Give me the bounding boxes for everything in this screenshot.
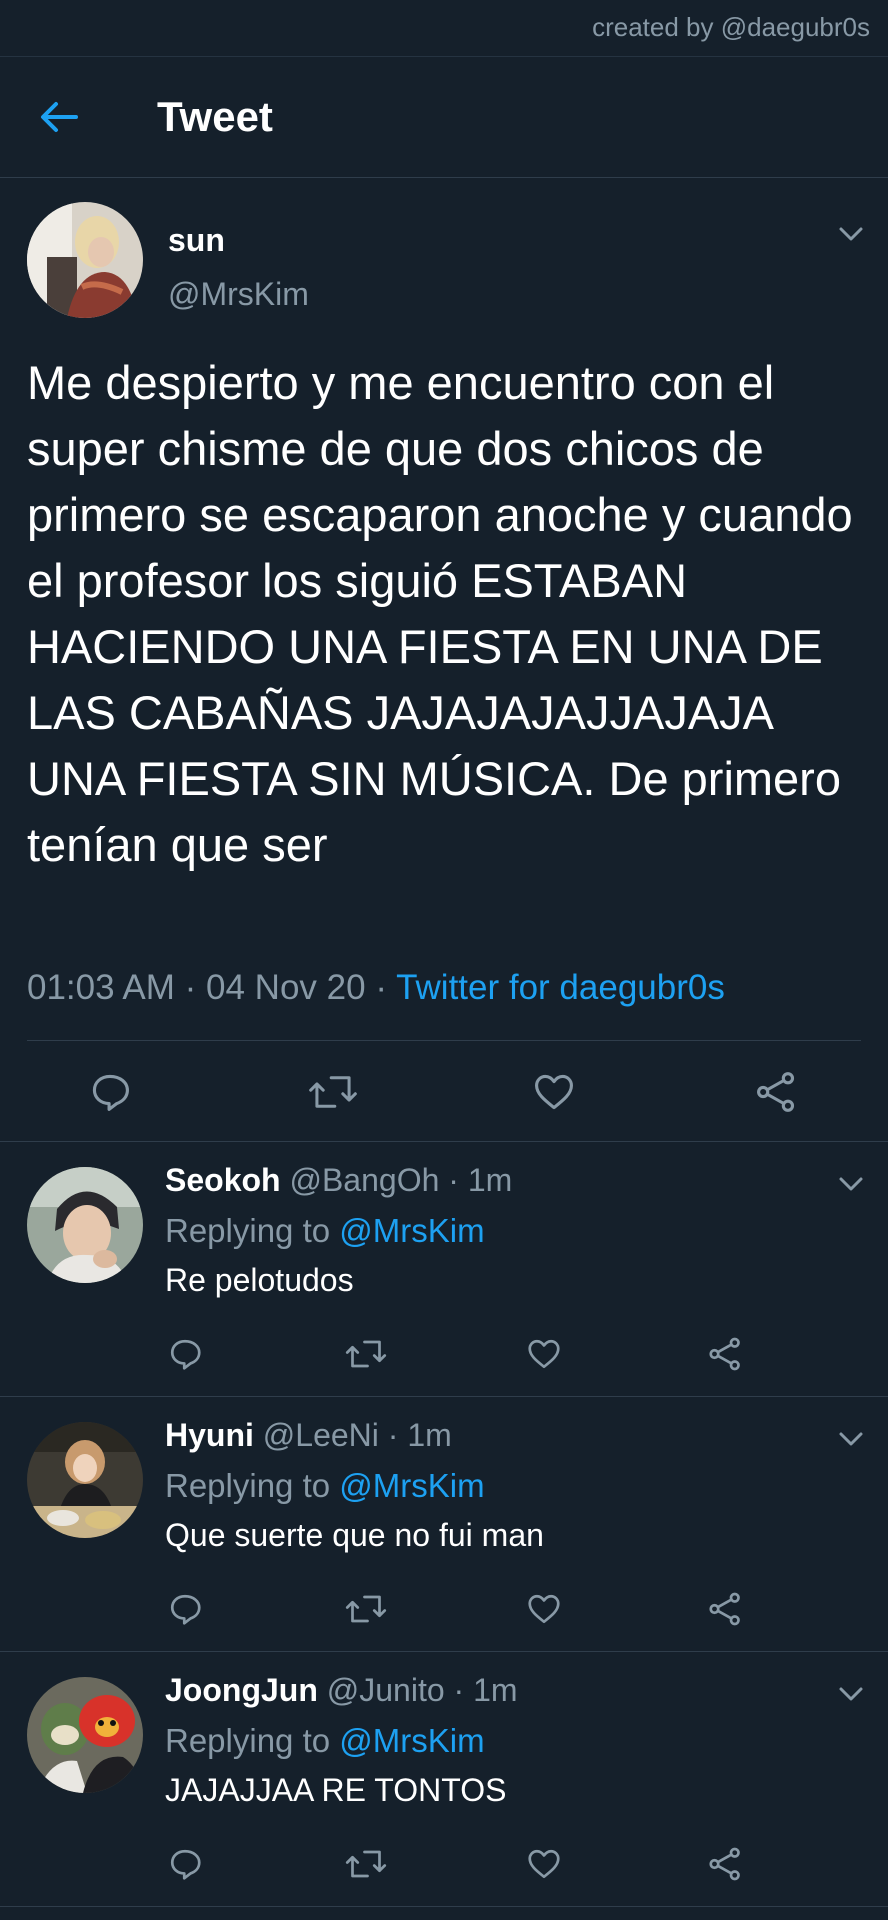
more-options-button[interactable] bbox=[838, 1430, 864, 1448]
reply-header: Hyuni @LeeNi · 1m bbox=[165, 1417, 452, 1454]
like-button[interactable] bbox=[526, 1591, 562, 1627]
chevron-down-icon bbox=[839, 1687, 863, 1701]
heart-icon bbox=[528, 1339, 560, 1369]
reply-icon bbox=[170, 1849, 201, 1880]
reply-text: Re pelotudos bbox=[165, 1262, 354, 1298]
tweet-meta: 01:03 AM · 04 Nov 20 · Twitter for daegu… bbox=[27, 968, 725, 1008]
chevron-down-icon bbox=[839, 1177, 863, 1191]
avatar[interactable] bbox=[27, 202, 143, 318]
share-icon bbox=[709, 1847, 740, 1881]
retweet-button[interactable] bbox=[345, 1336, 387, 1372]
reply-author-name[interactable]: JoongJun bbox=[165, 1672, 318, 1708]
reply-header: Seokoh @BangOh · 1m bbox=[165, 1162, 512, 1199]
tweet-actions bbox=[0, 1060, 888, 1120]
share-icon bbox=[709, 1592, 740, 1626]
reply-text: Que suerte que no fui man bbox=[165, 1517, 544, 1553]
share-icon bbox=[709, 1337, 740, 1371]
share-icon bbox=[757, 1072, 795, 1112]
reply-icon bbox=[170, 1339, 201, 1370]
retweet-icon bbox=[309, 1076, 357, 1108]
tweet-source-link[interactable]: Twitter for daegubr0s bbox=[396, 968, 725, 1007]
chevron-down-icon bbox=[839, 1432, 863, 1446]
chevron-down-icon bbox=[839, 227, 863, 241]
reply-divider bbox=[0, 1906, 888, 1907]
reply-button[interactable] bbox=[88, 1070, 132, 1114]
meta-divider bbox=[27, 1040, 861, 1041]
retweet-button[interactable] bbox=[345, 1591, 387, 1627]
credit-text: created by @daegubr0s bbox=[592, 12, 870, 42]
reply-author-name[interactable]: Hyuni bbox=[165, 1417, 254, 1453]
share-button[interactable] bbox=[754, 1070, 798, 1114]
avatar[interactable] bbox=[27, 1422, 143, 1538]
reply-button[interactable] bbox=[167, 1846, 203, 1882]
page-title: Tweet bbox=[157, 93, 273, 140]
back-button[interactable] bbox=[36, 97, 84, 137]
heart-icon bbox=[528, 1594, 560, 1624]
author-handle[interactable]: @MrsKim bbox=[168, 276, 309, 313]
reply-time: · 1m bbox=[448, 1162, 513, 1198]
like-button[interactable] bbox=[532, 1070, 576, 1114]
reply-icon bbox=[170, 1594, 201, 1625]
more-options-button[interactable] bbox=[838, 225, 864, 243]
replying-to-label: Replying to bbox=[165, 1212, 331, 1249]
tweet-text: Me despierto y me encuentro con el super… bbox=[27, 356, 853, 871]
reply-author-handle[interactable]: @BangOh bbox=[289, 1162, 439, 1198]
reply-author-name[interactable]: Seokoh bbox=[165, 1162, 281, 1198]
retweet-button[interactable] bbox=[308, 1070, 358, 1114]
share-button[interactable] bbox=[707, 1336, 743, 1372]
header: Tweet bbox=[0, 57, 888, 177]
replying-to: Replying to @MrsKim bbox=[165, 1722, 485, 1760]
like-button[interactable] bbox=[526, 1336, 562, 1372]
replying-to: Replying to @MrsKim bbox=[165, 1212, 485, 1250]
author-name[interactable]: sun bbox=[168, 222, 225, 259]
more-options-button[interactable] bbox=[838, 1685, 864, 1703]
replying-to-label: Replying to bbox=[165, 1722, 331, 1759]
more-options-button[interactable] bbox=[838, 1175, 864, 1193]
reply-tweet[interactable]: Hyuni @LeeNi · 1m Replying to @MrsKim Qu… bbox=[0, 1397, 888, 1650]
reply-author-handle[interactable]: @Junito bbox=[327, 1672, 445, 1708]
meta-separator: · bbox=[375, 968, 387, 1007]
reply-button[interactable] bbox=[167, 1336, 203, 1372]
mention-link[interactable]: @MrsKim bbox=[339, 1212, 484, 1249]
mention-link[interactable]: @MrsKim bbox=[339, 1722, 484, 1759]
like-button[interactable] bbox=[526, 1846, 562, 1882]
share-button[interactable] bbox=[707, 1846, 743, 1882]
meta-separator: · bbox=[184, 968, 197, 1007]
reply-author-handle[interactable]: @LeeNi bbox=[263, 1417, 379, 1453]
tweet-date: 04 Nov 20 bbox=[206, 968, 366, 1007]
reply-text: JAJAJJAA RE TONTOS bbox=[165, 1772, 507, 1808]
reply-tweet[interactable]: Seokoh @BangOh · 1m Replying to @MrsKim … bbox=[0, 1142, 888, 1395]
tweet-time: 01:03 AM bbox=[27, 968, 175, 1007]
retweet-button[interactable] bbox=[345, 1846, 387, 1882]
replying-to-label: Replying to bbox=[165, 1467, 331, 1504]
avatar[interactable] bbox=[27, 1677, 143, 1793]
reply-tweet[interactable]: JoongJun @Junito · 1m Replying to @MrsKi… bbox=[0, 1652, 888, 1905]
replying-to: Replying to @MrsKim bbox=[165, 1467, 485, 1505]
reply-header: JoongJun @Junito · 1m bbox=[165, 1672, 518, 1709]
reply-button[interactable] bbox=[167, 1591, 203, 1627]
reply-time: · 1m bbox=[453, 1672, 518, 1708]
retweet-icon bbox=[345, 1850, 387, 1878]
heart-icon bbox=[535, 1074, 573, 1110]
reply-time: · 1m bbox=[387, 1417, 452, 1453]
reply-icon bbox=[92, 1074, 129, 1111]
share-button[interactable] bbox=[707, 1591, 743, 1627]
avatar[interactable] bbox=[27, 1167, 143, 1283]
header-divider bbox=[0, 177, 888, 178]
mention-link[interactable]: @MrsKim bbox=[339, 1467, 484, 1504]
retweet-icon bbox=[345, 1340, 387, 1368]
heart-icon bbox=[528, 1849, 560, 1879]
retweet-icon bbox=[345, 1595, 387, 1623]
arrow-left-icon bbox=[41, 102, 78, 132]
